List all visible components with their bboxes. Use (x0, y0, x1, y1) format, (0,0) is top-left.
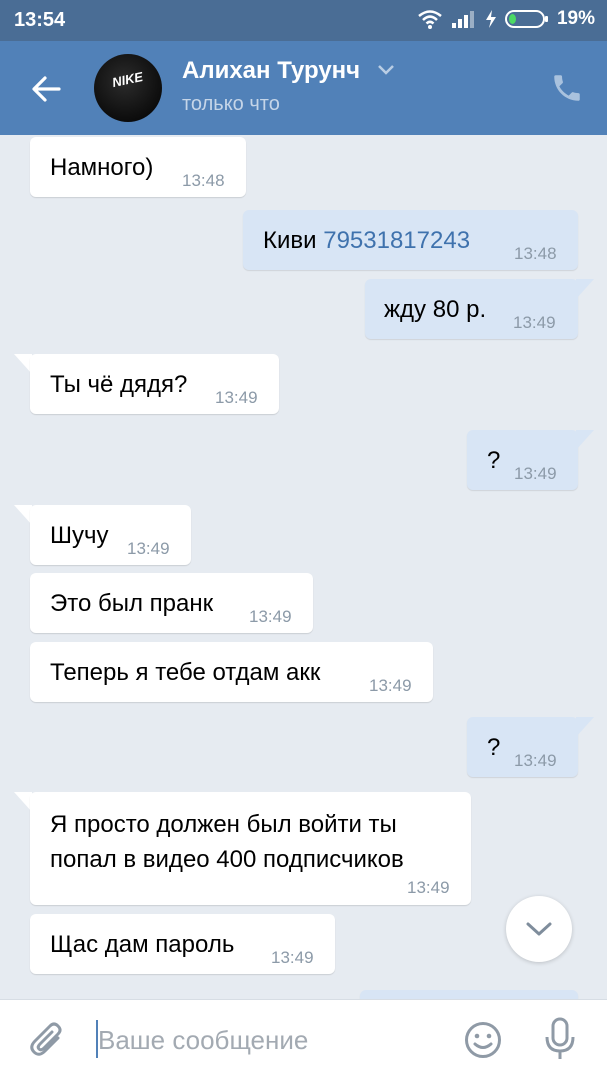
message-incoming[interactable]: Теперь я тебе отдам акк 13:49 (30, 642, 433, 702)
message-time: 13:49 (513, 313, 556, 332)
charging-icon (485, 10, 496, 28)
message-incoming[interactable]: Ты чё дядя? 13:49 (30, 354, 279, 414)
message-text: Киви 79531817243 (263, 227, 470, 255)
message-text: Щас дам пароль (50, 931, 235, 958)
battery-percent: 19% (556, 8, 595, 29)
message-incoming[interactable]: Я просто должен был войти ты попал в вид… (30, 792, 471, 905)
bubble-tail (14, 792, 32, 812)
chevron-down-icon[interactable] (376, 63, 396, 77)
phone-icon[interactable] (550, 71, 584, 105)
message-text: Ты чё дядя? (50, 371, 188, 398)
message-text-line: Я просто должен был войти ты (50, 811, 397, 838)
message-time: 13:49 (514, 751, 557, 770)
bubble-tail (14, 354, 32, 374)
message-text: ? (487, 447, 501, 474)
message-input[interactable] (96, 1018, 440, 1062)
message-incoming[interactable]: Это был пранк 13:49 (30, 573, 313, 633)
mic-icon[interactable] (543, 1017, 577, 1063)
message-time: 13:49 (249, 607, 292, 626)
scroll-down-button[interactable] (506, 896, 572, 962)
message-incoming[interactable]: Шучу 13:49 (30, 505, 191, 565)
phone-link[interactable]: 79531817243 (323, 227, 470, 254)
message-text: Намного) (50, 154, 154, 181)
message-list[interactable]: Намного) 13:48 Киви 79531817243 13:48 жд… (0, 135, 607, 999)
message-time: 13:49 (514, 464, 557, 483)
wifi-icon (418, 10, 442, 29)
message-outgoing[interactable]: Киви 79531817243 13:48 (243, 210, 578, 270)
emoji-icon[interactable] (463, 1020, 503, 1060)
status-icons: 19% (417, 8, 595, 30)
message-text: Теперь я тебе отдам акк (50, 659, 321, 686)
avatar-logo: NIKE (110, 68, 145, 91)
message-time: 13:49 (407, 878, 450, 897)
contact-name[interactable]: Алихан Турунч (182, 57, 360, 85)
bubble-tail (576, 430, 594, 450)
message-outgoing[interactable]: ? 13:49 (467, 430, 578, 490)
message-outgoing-partial[interactable] (360, 990, 578, 999)
contact-status: только что (182, 93, 280, 115)
message-time: 13:49 (369, 676, 412, 695)
message-time: 13:49 (271, 948, 314, 967)
scroll-down-icon (526, 922, 552, 936)
status-bar: 13:54 19% (0, 0, 607, 41)
attach-icon[interactable] (28, 1020, 68, 1062)
message-outgoing[interactable]: жду 80 р. 13:49 (365, 279, 578, 339)
bubble-tail (14, 505, 32, 525)
chat-header: NIKE Алихан Турунч только что (0, 41, 607, 135)
message-time: 13:49 (215, 388, 258, 407)
message-prefix: Киви (263, 227, 324, 254)
message-incoming[interactable]: Намного) 13:48 (30, 137, 246, 197)
message-incoming[interactable]: Щас дам пароль 13:49 (30, 914, 335, 974)
message-time: 13:49 (127, 539, 170, 558)
bubble-tail (576, 279, 594, 299)
message-time: 13:48 (182, 171, 225, 190)
signal-icon (451, 11, 474, 28)
message-time: 13:48 (514, 244, 557, 263)
avatar[interactable]: NIKE (94, 54, 162, 122)
message-composer (0, 999, 607, 1080)
status-time: 13:54 (14, 9, 66, 31)
message-text-line: попал в видео 400 подписчиков (50, 846, 404, 873)
battery-icon (504, 10, 548, 28)
message-outgoing[interactable]: ? 13:49 (467, 717, 578, 777)
back-arrow-icon[interactable] (28, 71, 64, 107)
message-text: ? (487, 734, 501, 761)
message-text: жду 80 р. (384, 296, 487, 323)
bubble-tail (576, 717, 594, 737)
message-text: Это был пранк (50, 590, 214, 617)
message-text: Шучу (50, 522, 109, 549)
